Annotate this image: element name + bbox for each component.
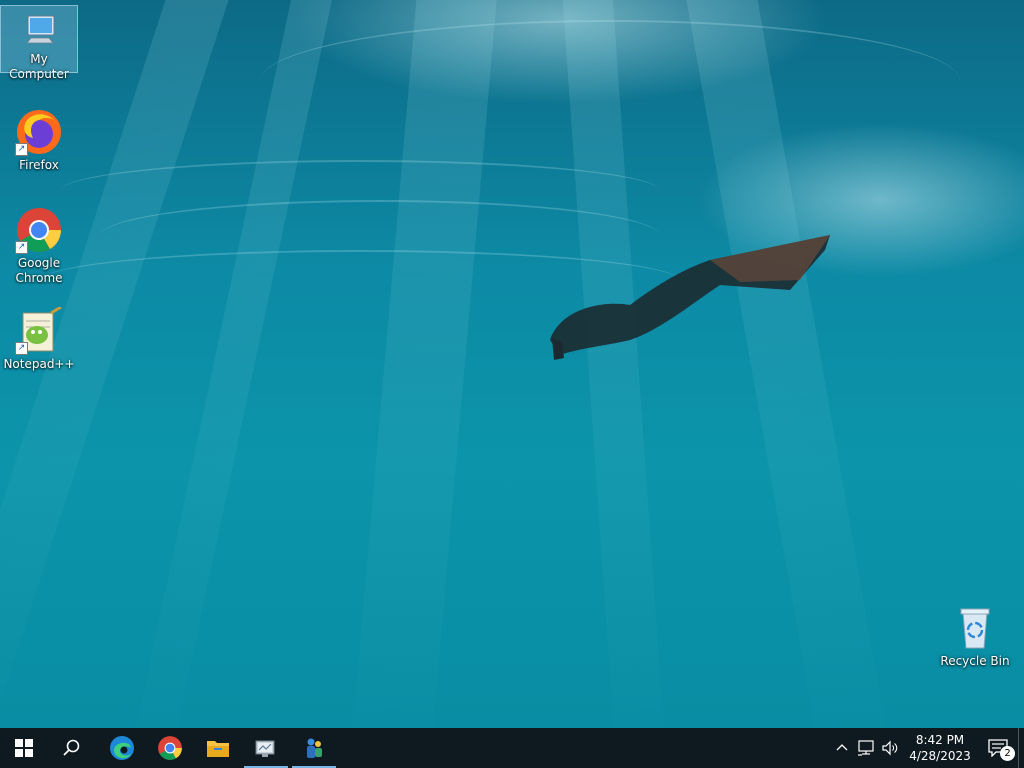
shortcut-arrow-icon: ↗ <box>15 143 28 156</box>
notepadpp-icon: ↗ <box>15 305 63 355</box>
system-tray: 8:42 PM 4/28/2023 2 <box>830 728 1024 768</box>
network-icon <box>858 740 874 756</box>
action-center-button[interactable]: 2 <box>978 728 1018 768</box>
active-directory-button[interactable] <box>290 728 338 768</box>
chrome-icon <box>158 736 182 760</box>
clock[interactable]: 8:42 PM 4/28/2023 <box>902 732 978 764</box>
desktop-icon-firefox[interactable]: ↗ Firefox <box>1 104 77 174</box>
desktop-icon-my-computer[interactable]: My Computer <box>0 5 78 81</box>
windows-logo-icon <box>15 739 33 757</box>
freediver-silhouette <box>550 235 830 360</box>
desktop-icon-recycle-bin[interactable]: Recycle Bin <box>937 600 1013 670</box>
edge-icon <box>110 736 134 760</box>
desktop-icon-label: My Computer <box>9 52 69 81</box>
folder-icon <box>207 741 229 757</box>
chrome-button[interactable] <box>146 728 194 768</box>
water-wave <box>260 20 960 142</box>
clock-date: 4/28/2023 <box>909 749 971 763</box>
shortcut-arrow-icon: ↗ <box>15 342 28 355</box>
taskbar: 8:42 PM 4/28/2023 2 <box>0 728 1024 768</box>
speaker-icon <box>882 740 898 756</box>
desktop-icon-label: Notepad++ <box>3 357 75 371</box>
desktop-icon-label: Recycle Bin <box>940 654 1010 668</box>
file-explorer-button[interactable] <box>194 728 242 768</box>
volume-button[interactable] <box>878 728 902 768</box>
ad-users-icon <box>307 738 322 758</box>
desktop-icon-google-chrome[interactable]: ↗ Google Chrome <box>1 202 77 288</box>
desktop-background: My Computer ↗ Firefox ↗ Google Chrome ↗ … <box>0 0 1024 768</box>
shortcut-arrow-icon: ↗ <box>15 241 28 254</box>
desktop-icon-label: Google Chrome <box>15 256 63 285</box>
desktop-icon-notepadpp[interactable]: ↗ Notepad++ <box>1 303 77 373</box>
desktop-icon-label: Firefox <box>19 158 59 172</box>
chrome-icon: ↗ <box>15 206 63 254</box>
search-button[interactable] <box>48 728 96 768</box>
network-status-button[interactable] <box>854 728 878 768</box>
notification-count-badge: 2 <box>1000 746 1015 761</box>
start-button[interactable] <box>0 728 48 768</box>
computer-icon <box>19 10 59 50</box>
clock-time: 8:42 PM <box>915 733 965 747</box>
chevron-up-icon <box>836 744 848 751</box>
show-desktop-button[interactable] <box>1018 728 1024 768</box>
search-icon <box>63 739 80 756</box>
firefox-icon: ↗ <box>15 108 63 156</box>
server-manager-button[interactable] <box>242 728 290 768</box>
edge-button[interactable] <box>98 728 146 768</box>
server-manager-icon <box>255 740 275 757</box>
show-hidden-icons-button[interactable] <box>830 728 854 768</box>
recycle-bin-icon <box>951 604 999 652</box>
